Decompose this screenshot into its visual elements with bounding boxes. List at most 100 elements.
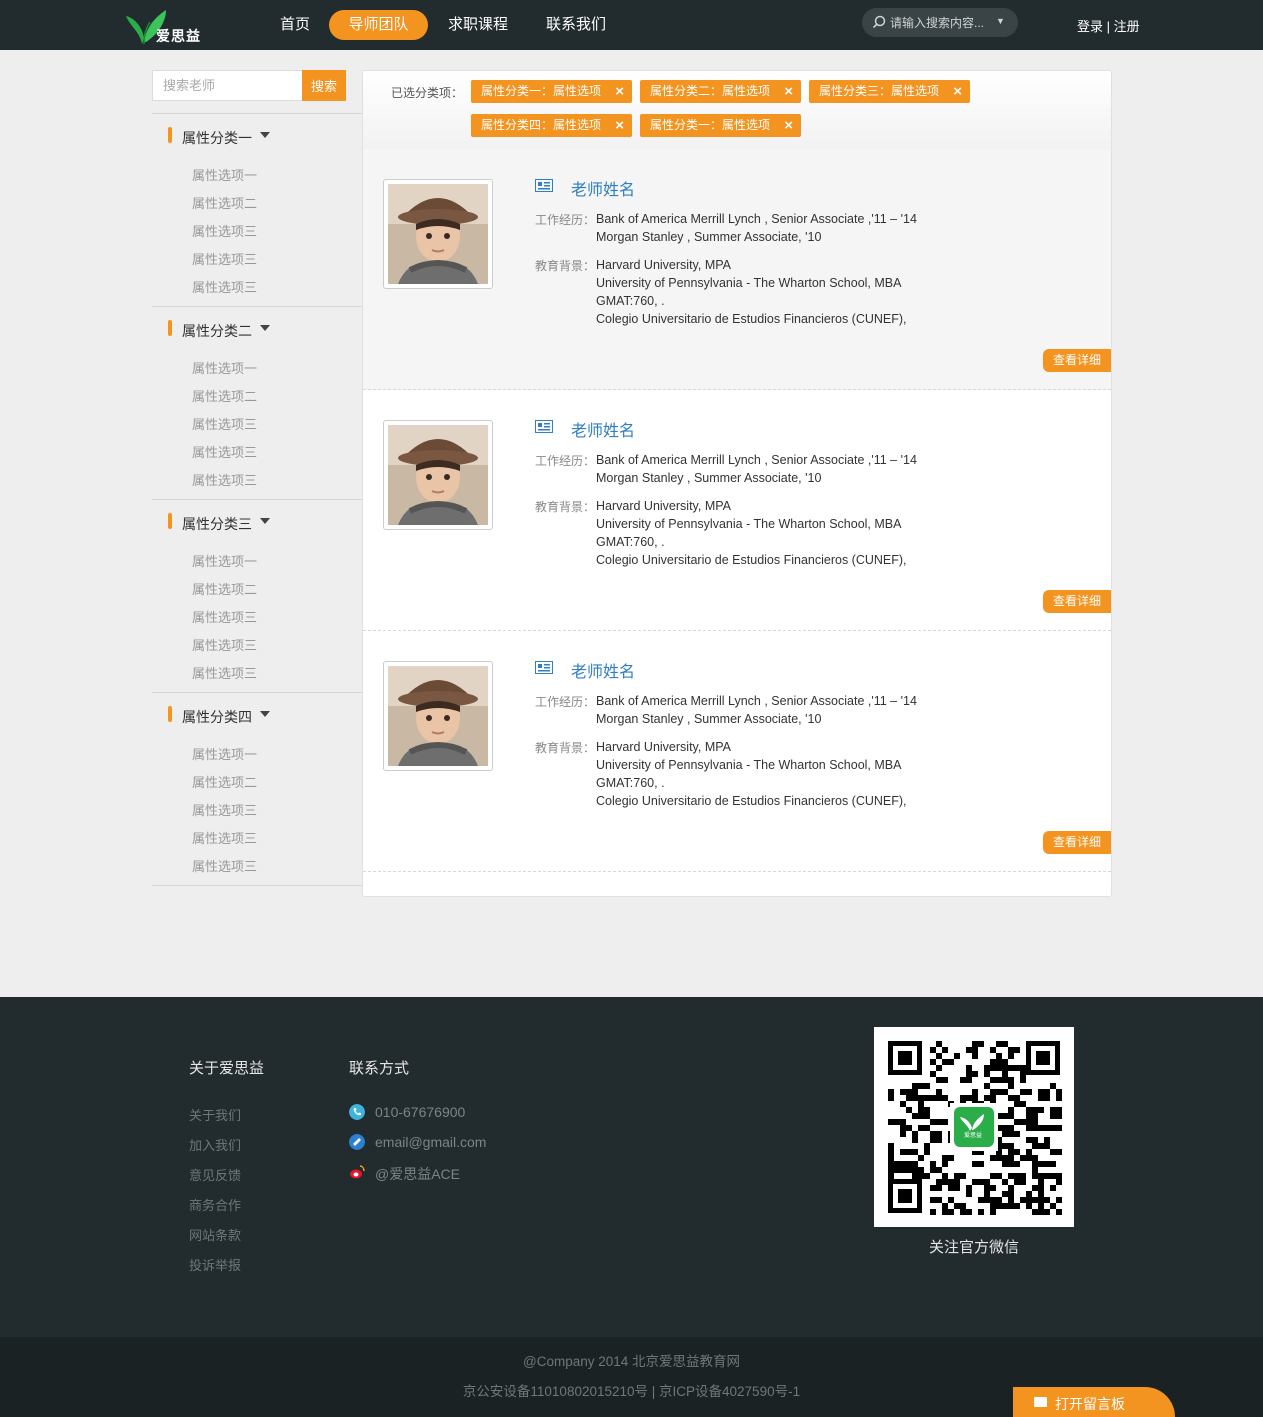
teacher-search-input[interactable]	[152, 70, 302, 101]
filter-tag[interactable]: 属性分类三：属性选项 ×	[809, 80, 970, 103]
category-option[interactable]: 属性选项三	[152, 604, 362, 632]
teacher-search: 搜索	[152, 70, 362, 101]
category-header[interactable]: 属性分类三	[152, 500, 362, 544]
copyright-text: @Company 2014 北京爱思益教育网	[522, 1354, 740, 1369]
category-option[interactable]: 属性选项三	[152, 660, 362, 688]
about-title: 关于爱思益	[189, 1060, 265, 1077]
category-option[interactable]: 属性选项二	[152, 383, 362, 411]
work-line: Morgan Stanley , Summer Associate, '10	[596, 712, 822, 726]
contact-email[interactable]: email@gmail.com	[375, 1134, 486, 1150]
education-label: 教育背景：	[535, 259, 596, 273]
nav-home[interactable]: 首页	[272, 10, 318, 40]
filter-sidebar: 搜索 属性分类一 属性选项一 属性选项二 属性选项三 属性选项三 属性选项三 属…	[152, 70, 362, 886]
id-card-icon	[535, 661, 553, 674]
view-details-button[interactable]: 查看详细	[1043, 590, 1111, 613]
education-line: University of Pennsylvania - The Wharton…	[596, 276, 902, 290]
contact-title: 联系方式	[349, 1060, 410, 1077]
category-option[interactable]: 属性选项三	[152, 797, 362, 825]
category-option[interactable]: 属性选项三	[152, 825, 362, 853]
category-option[interactable]: 属性选项三	[152, 411, 362, 439]
teacher-search-button[interactable]: 搜索	[302, 70, 346, 101]
category-option[interactable]: 属性选项二	[152, 576, 362, 604]
child-portrait-image	[388, 184, 488, 284]
email-icon	[349, 1134, 365, 1150]
footer-link-business[interactable]: 商务合作	[189, 1195, 241, 1214]
category-option[interactable]: 属性选项一	[152, 355, 362, 383]
caret-down-icon	[260, 325, 270, 331]
footer-link-join[interactable]: 加入我们	[189, 1135, 241, 1154]
nav-mentor-team[interactable]: 导师团队	[329, 10, 428, 40]
filter-tag-label: 属性分类四：属性选项	[481, 118, 602, 132]
search-dropdown-icon[interactable]: ▼	[996, 16, 1005, 26]
category-option[interactable]: 属性选项三	[152, 439, 362, 467]
category-header[interactable]: 属性分类四	[152, 693, 362, 737]
category-marker	[168, 513, 172, 529]
site-footer: 关于爱思益 关于我们 加入我们 意见反馈 商务合作 网站条款 投诉举报 联系方式…	[0, 997, 1263, 1337]
filter-tag[interactable]: 属性分类二：属性选项 ×	[640, 80, 801, 103]
teacher-name[interactable]: 老师姓名	[571, 176, 635, 200]
category-option[interactable]: 属性选项二	[152, 190, 362, 218]
education-line: Harvard University, MPA	[596, 740, 731, 754]
open-message-board-button[interactable]: 打开留言板	[1013, 1387, 1175, 1417]
close-icon[interactable]: ×	[953, 80, 962, 103]
category-title: 属性分类三	[182, 516, 252, 532]
category-option[interactable]: 属性选项三	[152, 274, 362, 302]
teacher-name[interactable]: 老师姓名	[571, 658, 635, 682]
category-option[interactable]: 属性选项三	[152, 853, 362, 881]
search-icon[interactable]	[872, 15, 886, 29]
header-search-input[interactable]	[890, 12, 990, 33]
footer-link-report[interactable]: 投诉举报	[189, 1255, 241, 1274]
teacher-avatar[interactable]	[383, 661, 493, 771]
work-line: Morgan Stanley , Summer Associate, '10	[596, 471, 822, 485]
register-link[interactable]: 注册	[1114, 19, 1140, 34]
close-icon[interactable]: ×	[615, 80, 624, 103]
category-option[interactable]: 属性选项二	[152, 769, 362, 797]
category-group: 属性分类一 属性选项一 属性选项二 属性选项三 属性选项三 属性选项三	[152, 113, 362, 306]
child-portrait-image	[388, 425, 488, 525]
id-card-icon	[535, 420, 553, 433]
filter-tag[interactable]: 属性分类一：属性选项 ×	[640, 114, 801, 137]
view-details-button[interactable]: 查看详细	[1043, 349, 1111, 372]
category-option[interactable]: 属性选项三	[152, 632, 362, 660]
close-icon[interactable]: ×	[784, 80, 793, 103]
login-link[interactable]: 登录	[1077, 19, 1103, 34]
filter-tag[interactable]: 属性分类四：属性选项 ×	[471, 114, 632, 137]
teacher-card: 老师姓名 工作经历： Bank of America Merrill Lynch…	[363, 149, 1111, 390]
category-option[interactable]: 属性选项三	[152, 467, 362, 495]
category-header[interactable]: 属性分类二	[152, 307, 362, 351]
category-option[interactable]: 属性选项三	[152, 246, 362, 274]
footer-link-about[interactable]: 关于我们	[189, 1105, 241, 1124]
category-header[interactable]: 属性分类一	[152, 114, 362, 158]
category-group: 属性分类二 属性选项一 属性选项二 属性选项三 属性选项三 属性选项三	[152, 306, 362, 499]
nav-courses[interactable]: 求职课程	[440, 10, 516, 40]
footer-link-feedback[interactable]: 意见反馈	[189, 1165, 241, 1184]
education-line: GMAT:760, .	[596, 535, 665, 549]
category-option[interactable]: 属性选项一	[152, 741, 362, 769]
site-logo[interactable]: 爱思益	[124, 4, 204, 46]
category-option[interactable]: 属性选项一	[152, 548, 362, 576]
filter-tag[interactable]: 属性分类一：属性选项 ×	[471, 80, 632, 103]
view-details-button[interactable]: 查看详细	[1043, 831, 1111, 854]
category-title: 属性分类一	[182, 130, 252, 146]
close-icon[interactable]: ×	[615, 114, 624, 137]
close-icon[interactable]: ×	[784, 114, 793, 137]
selected-filters-label: 已选分类项：	[391, 86, 464, 100]
contact-weibo[interactable]: @爱思益ACE	[375, 1164, 460, 1184]
caret-down-icon	[260, 518, 270, 524]
category-title: 属性分类二	[182, 323, 252, 339]
qr-caption: 关注官方微信	[928, 1239, 1019, 1256]
education-line: University of Pennsylvania - The Wharton…	[596, 517, 902, 531]
work-label: 工作经历：	[535, 695, 596, 709]
teacher-name[interactable]: 老师姓名	[571, 417, 635, 441]
category-group: 属性分类四 属性选项一 属性选项二 属性选项三 属性选项三 属性选项三	[152, 692, 362, 886]
top-navbar: 爱思益 首页 导师团队 求职课程 联系我们 ▼ 登录 | 注册	[0, 0, 1263, 50]
contact-phone[interactable]: 010-67676900	[375, 1104, 465, 1120]
category-option[interactable]: 属性选项三	[152, 218, 362, 246]
category-option[interactable]: 属性选项一	[152, 162, 362, 190]
teacher-avatar[interactable]	[383, 420, 493, 530]
footer-link-terms[interactable]: 网站条款	[189, 1225, 241, 1244]
work-line: Morgan Stanley , Summer Associate, '10	[596, 230, 822, 244]
auth-separator: |	[1106, 19, 1111, 34]
nav-contact[interactable]: 联系我们	[538, 10, 614, 40]
teacher-avatar[interactable]	[383, 179, 493, 289]
